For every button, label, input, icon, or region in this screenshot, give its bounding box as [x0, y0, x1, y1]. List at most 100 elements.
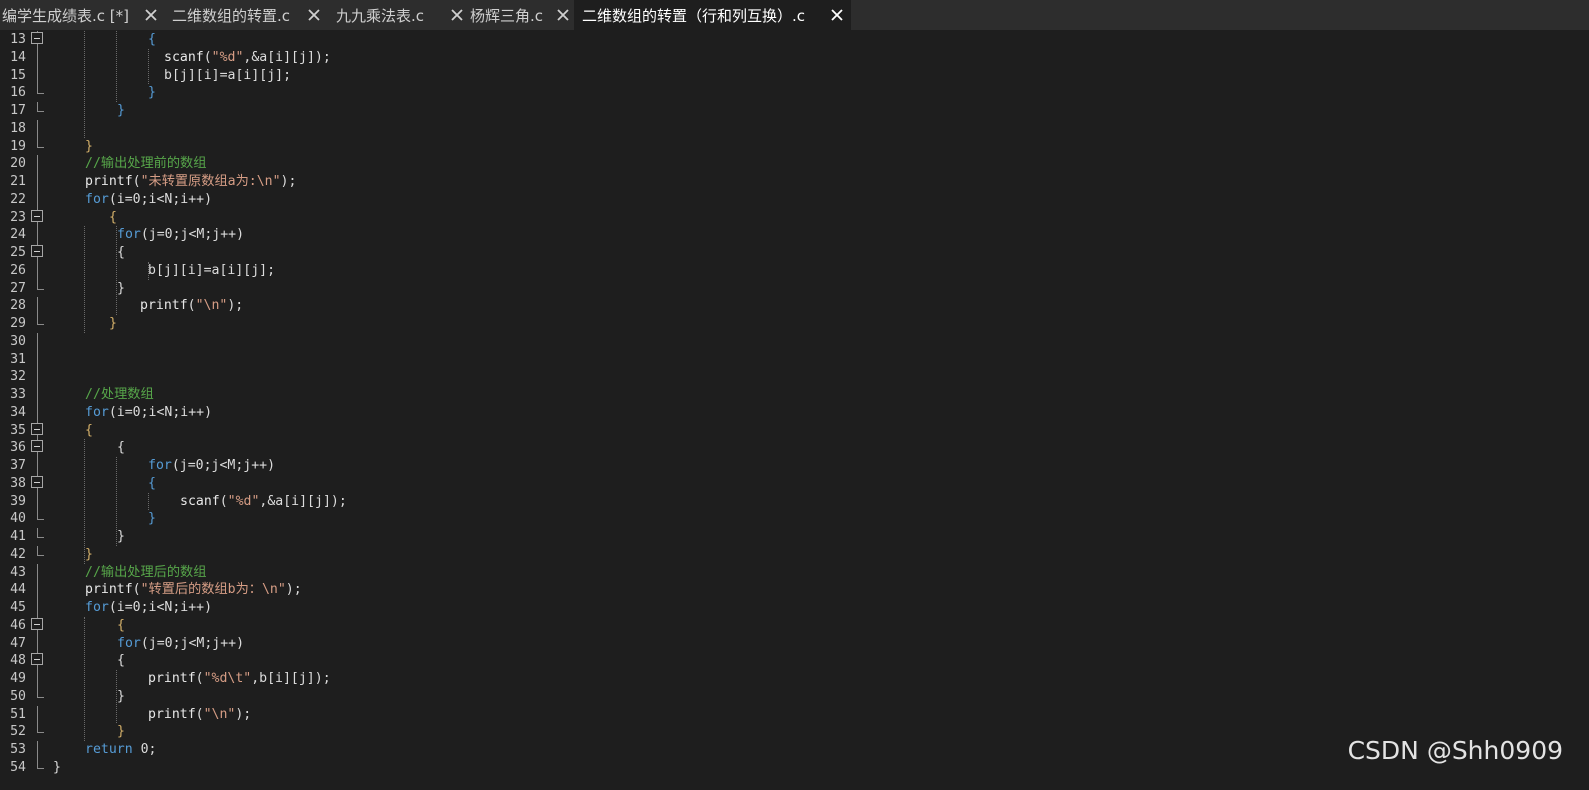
fold-end-marker: [37, 767, 44, 769]
code-editor[interactable]: 13{14 scanf("%d",&a[i][j]); 15 b[j][i]=a[i]…: [0, 30, 1589, 790]
fold-guide: [37, 315, 38, 324]
line-number: 40: [10, 511, 26, 527]
code-line[interactable]: 46 {: [0, 616, 1589, 635]
collapse-icon[interactable]: [31, 653, 43, 666]
fold-guide: [37, 563, 38, 582]
fold-end-marker: [37, 732, 44, 734]
code-line[interactable]: 18: [0, 119, 1589, 138]
code-token: (i=0;i<N;i++): [108, 404, 213, 420]
code-text: {: [85, 422, 93, 440]
line-number: 42: [10, 546, 26, 562]
code-text: b[j][i]=a[i][j];: [148, 262, 275, 280]
code-line[interactable]: 27}: [0, 279, 1589, 298]
code-line[interactable]: 47 for(j=0;j<M;j++): [0, 634, 1589, 653]
code-line[interactable]: 28 printf("\n");: [0, 297, 1589, 316]
collapse-icon[interactable]: [31, 245, 43, 257]
line-number: 22: [10, 191, 26, 207]
line-number: 36: [10, 440, 26, 456]
tab-1[interactable]: 编学生成绩表.c [*]: [0, 0, 165, 30]
line-number: 34: [10, 404, 26, 420]
code-token: //输出处理后的数组: [85, 564, 207, 580]
code-line[interactable]: 48 {: [0, 652, 1589, 671]
code-token: return: [85, 742, 133, 757]
code-line[interactable]: 35 {: [0, 421, 1589, 440]
collapse-icon[interactable]: [31, 422, 43, 435]
code-line[interactable]: 34 for(i=0;i<N;i++): [0, 403, 1589, 422]
code-text: }: [117, 723, 125, 741]
close-icon[interactable]: [306, 7, 322, 23]
code-token: );: [227, 298, 244, 314]
code-text: printf("\n");: [140, 297, 243, 315]
code-line[interactable]: 13 {: [0, 31, 1589, 49]
fold-guide: [37, 48, 38, 67]
code-line[interactable]: 41}: [0, 528, 1589, 546]
code-token: (: [195, 671, 204, 686]
fold-guide: [37, 758, 38, 768]
code-text: }: [85, 546, 93, 564]
code-line[interactable]: 42}: [0, 545, 1589, 564]
code-line[interactable]: 26 b[j][i]=a[i][j];: [0, 261, 1589, 280]
code-line[interactable]: 15 b[j][i]=a[i][j];: [0, 66, 1589, 85]
code-token: (: [187, 298, 196, 314]
code-text: for(i=0;i<N;i++): [85, 404, 212, 422]
code-line[interactable]: 25 {: [0, 244, 1589, 262]
code-line[interactable]: 37 for(j=0;j<M;j++): [0, 457, 1589, 475]
fold-guide: [37, 457, 38, 475]
code-line[interactable]: 16}: [0, 84, 1589, 102]
code-line[interactable]: 20 //输出处理前的数组: [0, 155, 1589, 174]
code-line[interactable]: 43 //输出处理后的数组: [0, 563, 1589, 582]
line-number: 29: [10, 316, 26, 331]
tab-bar: 编学生成绩表.c [*] 二维数组的转置.c 九九乘法表.c 杨辉三角.c 二维数组的转…: [0, 0, 1589, 30]
code-token: {: [148, 475, 156, 491]
code-line[interactable]: 45 for(i=0;i<N;i++): [0, 599, 1589, 617]
line-number: 16: [10, 85, 26, 101]
code-token: ,&a[i][j]);: [243, 49, 331, 65]
code-line[interactable]: 24 for(j=0;j<M;j++): [0, 226, 1589, 245]
fold-guide: [37, 332, 38, 351]
collapse-icon[interactable]: [31, 32, 43, 44]
collapse-icon[interactable]: [31, 617, 43, 630]
code-line[interactable]: 38 {: [0, 474, 1589, 493]
code-line[interactable]: 23 {: [0, 208, 1589, 227]
code-line[interactable]: 44 printf("转置后的数组b为：\n");: [0, 581, 1589, 600]
collapse-icon[interactable]: [31, 209, 43, 222]
code-line[interactable]: 21 printf("未转置原数组a为:\n");: [0, 173, 1589, 191]
tab-2[interactable]: 二维数组的转置.c: [164, 0, 328, 30]
code-token: }: [117, 529, 125, 544]
code-line[interactable]: 22 for(i=0;i<N;i++): [0, 190, 1589, 209]
code-line[interactable]: 39 scanf("%d",&a[i][j]);: [0, 492, 1589, 511]
code-line[interactable]: 29}: [0, 315, 1589, 333]
code-line[interactable]: 30: [0, 332, 1589, 351]
tab-title: 编学生成绩表.c [*]: [2, 6, 129, 25]
indent-guide: [148, 261, 149, 280]
close-icon[interactable]: [829, 7, 845, 23]
code-line[interactable]: 40}: [0, 510, 1589, 528]
code-line[interactable]: 33 //处理数组: [0, 386, 1589, 404]
tab-5[interactable]: 二维数组的转置（行和列互换）.c: [574, 0, 851, 30]
code-line[interactable]: 51 printf("\n");: [0, 705, 1589, 724]
fold-guide: [37, 510, 38, 520]
close-icon[interactable]: [555, 7, 571, 23]
line-number: 23: [10, 209, 26, 225]
code-text: }: [109, 315, 117, 333]
code-token: "未转置原数组a为:\n": [140, 174, 281, 189]
code-line[interactable]: 31: [0, 350, 1589, 369]
code-line[interactable]: 32: [0, 368, 1589, 387]
code-token: b[j][i]=a[i][j];: [164, 67, 292, 83]
code-line[interactable]: 36 {: [0, 439, 1589, 458]
code-token: (: [219, 493, 228, 509]
code-token: {: [117, 440, 125, 456]
code-line[interactable]: 17}: [0, 102, 1589, 120]
close-icon[interactable]: [143, 7, 159, 23]
tab-title: 二维数组的转置.c: [172, 6, 291, 25]
indent-guide: [116, 31, 117, 102]
code-line[interactable]: 50}: [0, 687, 1589, 706]
code-line[interactable]: 14 scanf("%d",&a[i][j]);: [0, 48, 1589, 67]
code-token: for: [117, 635, 141, 651]
collapse-icon[interactable]: [31, 475, 43, 488]
code-line[interactable]: 49 printf("%d\t",b[i][j]);: [0, 670, 1589, 688]
code-token: (: [132, 582, 141, 598]
collapse-icon[interactable]: [31, 440, 43, 453]
code-line[interactable]: 19}: [0, 137, 1589, 156]
code-token: for: [117, 227, 141, 243]
